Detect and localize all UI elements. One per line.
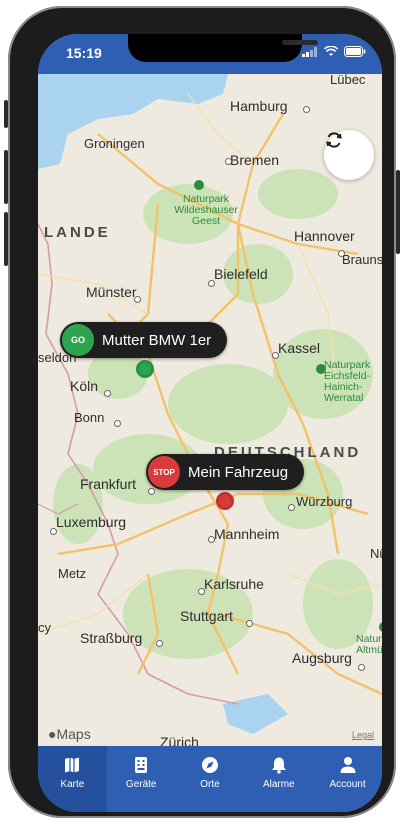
park-icon <box>379 622 382 632</box>
city-label: Hamburg <box>230 98 288 114</box>
park-label: Naturpark Wildeshauser Geest <box>174 193 238 227</box>
wifi-icon <box>324 46 338 56</box>
park-label: Naturpar Altmü <box>356 633 382 656</box>
vehicle-marker-go[interactable]: GO Mutter BMW 1er <box>60 322 228 358</box>
map-view[interactable]: LANDE DEUTSCHLAND Naturpark Wildeshauser… <box>38 72 382 750</box>
city-dot <box>104 390 111 397</box>
tab-label: Geräte <box>125 779 157 790</box>
tab-label: Karte <box>60 779 85 790</box>
city-label: Groningen <box>84 136 145 151</box>
screen: 15:19 LANDE DEUTSCHLAND Naturpark Wildes… <box>38 34 382 812</box>
city-label: cy <box>38 620 51 635</box>
refresh-icon <box>326 132 342 148</box>
battery-icon <box>344 46 366 57</box>
status-badge: GO <box>62 324 94 356</box>
park-icon <box>194 180 204 190</box>
refresh-button[interactable] <box>324 130 374 180</box>
city-label: Würzburg <box>296 494 353 509</box>
city-label: Augsburg <box>292 650 352 666</box>
person-icon <box>340 757 356 773</box>
vehicle-name: Mutter BMW 1er <box>102 331 212 349</box>
city-label: Mannheim <box>214 526 280 542</box>
tab-label: Orte <box>200 779 220 790</box>
city-dot <box>148 488 155 495</box>
city-label: Hannover <box>294 228 355 244</box>
status-time: 15:19 <box>66 45 102 61</box>
city-label: Nü <box>370 546 382 561</box>
city-dot <box>114 420 121 427</box>
notch <box>128 34 318 62</box>
city-label: Karlsruhe <box>204 576 264 592</box>
signal-icon <box>302 46 317 57</box>
tab-orte[interactable]: Orte <box>176 746 245 812</box>
city-label: Bremen <box>230 152 280 168</box>
vehicle-marker-stop[interactable]: STOP Mein Fahrzeug <box>146 454 305 490</box>
city-dot <box>198 588 205 595</box>
maps-provider-label: Maps <box>56 726 91 742</box>
city-label: Metz <box>58 566 87 581</box>
city-dot <box>50 528 57 535</box>
tab-bar: Karte Geräte Orte Alarme Account <box>38 746 382 812</box>
city-label: Köln <box>70 378 99 394</box>
status-icons <box>302 46 366 57</box>
phone-frame: 15:19 LANDE DEUTSCHLAND Naturpark Wildes… <box>8 6 396 818</box>
city-label: Lübec <box>330 72 366 87</box>
compass-icon <box>201 757 218 773</box>
city-label: Bielefeld <box>214 266 268 282</box>
city-dot <box>246 620 253 627</box>
tab-account[interactable]: Account <box>313 746 382 812</box>
park-icon <box>316 364 326 374</box>
devices-icon <box>135 757 148 773</box>
city-dot <box>208 280 215 287</box>
city-dot <box>208 536 215 543</box>
city-dot <box>156 640 163 647</box>
city-dot <box>225 158 232 165</box>
legal-link[interactable]: Legal <box>352 730 374 740</box>
city-label: Luxemburg <box>56 514 127 530</box>
vehicle-name: Mein Fahrzeug <box>188 463 289 481</box>
city-label: Kassel <box>278 340 321 356</box>
city-label: Stuttgart <box>180 608 233 624</box>
city-label: Frankfurt <box>80 476 137 492</box>
map-icon <box>65 757 80 773</box>
tab-karte[interactable]: Karte <box>38 746 107 812</box>
status-bar: 15:19 <box>38 34 382 74</box>
city-dot <box>134 296 141 303</box>
tab-label: Alarme <box>262 779 295 790</box>
city-dot <box>272 352 279 359</box>
tab-alarme[interactable]: Alarme <box>244 746 313 812</box>
vehicle-pin-go[interactable] <box>136 360 154 378</box>
city-label: Straßburg <box>80 630 143 646</box>
city-dot <box>358 664 365 671</box>
park-label: Naturpark Eichsfeld- Hainich- Werratal <box>324 359 371 404</box>
vehicle-pin-stop[interactable] <box>216 492 234 510</box>
city-dot <box>303 106 310 113</box>
city-dot <box>288 504 295 511</box>
city-dot <box>338 250 345 257</box>
tab-label: Account <box>329 779 366 790</box>
country-label: LANDE <box>44 224 111 241</box>
tab-geraete[interactable]: Geräte <box>107 746 176 812</box>
bell-icon <box>271 757 286 774</box>
maps-logo: ●Maps <box>48 726 91 742</box>
status-badge: STOP <box>148 456 180 488</box>
city-label: Münster <box>86 284 137 300</box>
city-label: Bonn <box>74 410 105 425</box>
city-label: Braunschw <box>342 252 382 267</box>
